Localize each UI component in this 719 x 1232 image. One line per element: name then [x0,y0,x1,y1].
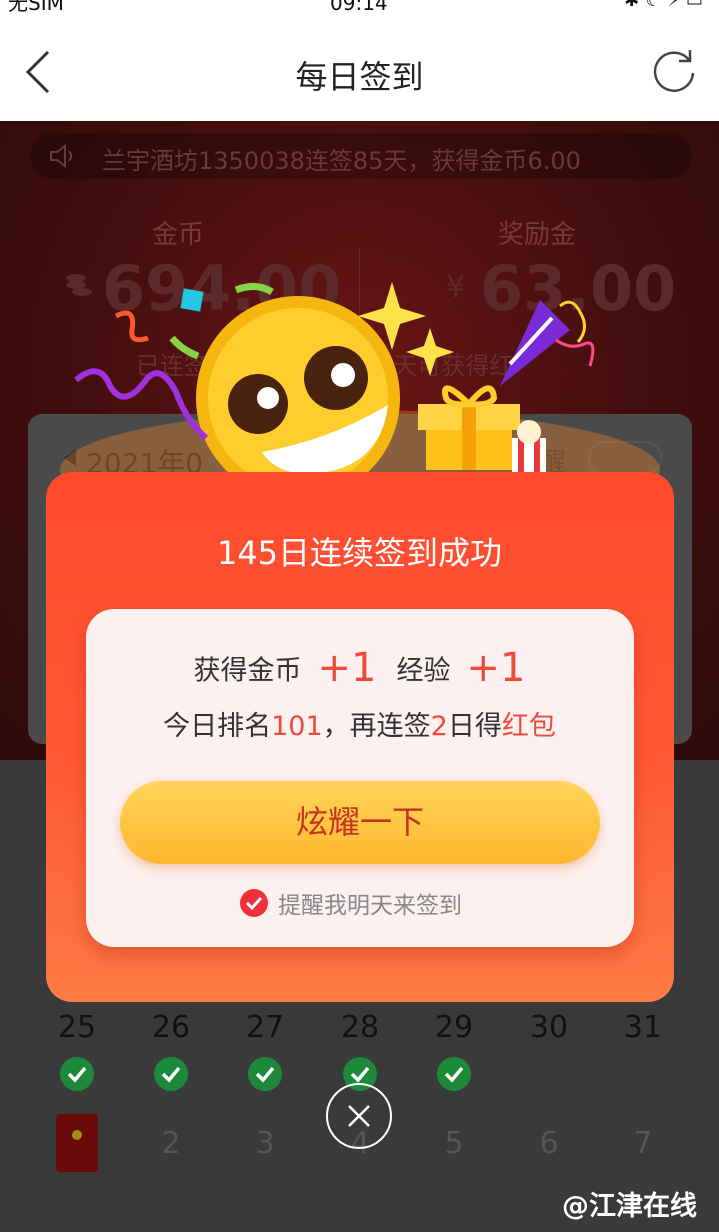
exp-reward-label: 经验 [396,655,451,687]
calendar-day[interactable]: 2 [141,1126,201,1161]
remind-toggle[interactable] [588,441,662,475]
calendar-day[interactable]: 28 [330,1010,390,1045]
signed-check-icon [437,1057,471,1091]
calendar-day[interactable]: 26 [141,1010,201,1045]
calendar-day[interactable]: 25 [47,1010,107,1045]
rank-line: 今日排名101，再连签2日得红包 [0,704,719,743]
watermark: @江津在线 [562,1191,697,1222]
remind-checkbox[interactable] [240,889,268,917]
signed-check-icon [154,1057,188,1091]
carrier-label: 无SIM [8,0,64,15]
streak-text: 已连签 [136,352,208,380]
rank-days: 2 [430,711,448,742]
clock: 09:14 [330,0,388,15]
refresh-button[interactable] [649,46,699,96]
calendar-day[interactable]: 3 [235,1126,295,1161]
refresh-icon [653,50,695,92]
calendar-day[interactable]: 31 [613,1010,673,1045]
coins-value: 694.00 [102,252,342,325]
bonus-label: 奖励金 [498,220,577,250]
notice-text: 兰宇酒坊1350038连签85天，获得金币6.00 [102,147,581,175]
share-button[interactable]: 炫耀一下 [120,781,600,864]
rank-value: 101 [271,711,323,742]
signed-check-icon [248,1057,282,1091]
speaker-icon [50,144,72,168]
status-bar: 无SIM 09:14 ✱☾⚡︎▭ [0,0,719,18]
calendar-day[interactable]: 6 [519,1126,579,1161]
rank-suffix: 日得 [447,711,502,742]
coin-stack-icon [66,274,92,296]
bonus-currency: ¥ [446,270,466,305]
rank-middle: ，再连签 [322,711,431,742]
remind-tomorrow-option[interactable]: 提醒我明天来签到 [240,886,462,920]
bonus-progress-text: 2天可获得红 [378,352,514,380]
modal-title: 145日连续签到成功 [216,534,503,572]
caret-left-icon[interactable] [62,448,78,468]
rank-prefix: 今日排名 [163,711,272,742]
notice-bar: 兰宇酒坊1350038连签85天，获得金币6.00 [30,133,692,179]
calendar-day[interactable]: 7 [613,1126,673,1161]
close-icon [348,1105,370,1127]
coins-label: 金币 [152,220,205,250]
calendar-day[interactable]: 27 [235,1010,295,1045]
checkmark-icon [245,896,263,911]
calendar-day[interactable]: 29 [424,1010,484,1045]
remind-label: 提醒我明天来签到 [278,893,462,919]
calendar-day[interactable]: 30 [519,1010,579,1045]
stats-divider [359,248,360,358]
bonus-value: 63.00 [480,252,677,325]
signed-check-icon [60,1057,94,1091]
rank-reward: 红包 [501,711,556,742]
reward-line: 获得金币 +1 经验 +1 [0,645,719,691]
close-modal-button[interactable] [326,1083,392,1149]
calendar-day[interactable]: 5 [424,1126,484,1161]
page-title: 每日签到 [295,58,424,96]
status-icons: ✱☾⚡︎▭ [624,0,709,11]
nav-bar: 每日签到 [0,18,719,121]
coin-reward-value: +1 [317,645,377,691]
exp-reward-value: +1 [466,645,526,691]
red-packet-icon[interactable] [56,1114,98,1172]
coin-reward-label: 获得金币 [193,655,302,687]
